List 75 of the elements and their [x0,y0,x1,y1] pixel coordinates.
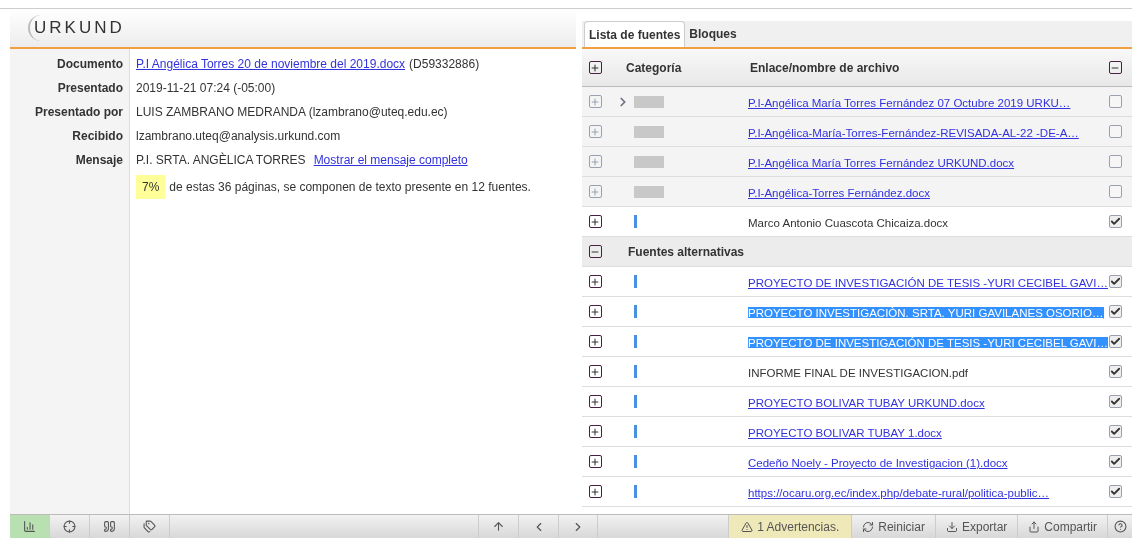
detail-label: Mensaje [75,152,123,169]
detail-label: Recibido [72,128,123,145]
checkbox[interactable] [1108,185,1122,198]
category-bar [634,365,637,378]
checkbox[interactable] [1108,335,1122,348]
download-icon [945,520,958,533]
expand-icon[interactable] [588,425,602,438]
category-bar [634,305,637,318]
checkbox[interactable] [1108,95,1122,108]
expand-icon[interactable] [588,455,602,468]
column-header: Enlace/nombre de archivo [749,59,901,77]
expand-icon[interactable] [588,485,602,498]
checkbox[interactable] [1108,155,1122,168]
detail-value: LUIS ZAMBRANO MEDRANDA (lzambrano@uteq.edu.ec) [136,104,448,121]
checkbox[interactable] [1108,125,1122,138]
refresh-icon [862,520,875,533]
column-header: Categoría [625,59,683,77]
category-bar [634,215,637,228]
warning-icon [741,520,754,533]
source-link[interactable]: PROYECTO BOLIVAR TUBAY URKUND.docx [748,396,985,409]
document-id: (D59332886) [409,56,480,73]
source-link[interactable]: PROYECTO DE INVESTIGACIÓN DE TESIS -YURI CECIBEL GAVI… [748,276,1108,289]
source-name: INFORME FINAL DE INVESTIGACION.pdf [748,366,969,379]
expand-icon[interactable] [588,305,602,318]
category-bar [634,185,664,198]
source-link[interactable]: Cedeño Noely - Proyecto de Investigacion (1).docx [748,456,1008,469]
chart-icon[interactable] [10,515,50,538]
detail-label: Presentado [57,80,123,97]
tab[interactable]: Bloques [685,21,741,47]
checkbox[interactable] [1108,215,1122,228]
checkbox[interactable] [1108,455,1122,468]
source-name: Marco Antonio Cuascota Chicaiza.docx [748,216,949,229]
checkbox[interactable] [1108,425,1122,438]
toolbar-button[interactable]: Exportar [935,515,1019,538]
expand-all-icon[interactable] [588,61,602,74]
warnings-button[interactable]: 1 Advertencias. [728,515,853,538]
checkbox[interactable] [1108,305,1122,318]
category-bar [634,155,664,168]
category-bar [634,275,637,288]
expand-icon[interactable] [588,275,602,288]
toolbar-button[interactable]: Compartir [1018,515,1108,538]
collapse-icon[interactable] [588,245,602,258]
category-bar [634,125,664,138]
group-header: Fuentes alternativas [628,243,745,261]
expand-icon[interactable] [588,215,602,228]
expand-icon[interactable] [588,395,602,408]
detail-value: 2019-11-21 07:24 (-05:00) [136,80,276,97]
toolbar-button[interactable]: Reiniciar [852,515,936,538]
tab[interactable]: Lista de fuentes [584,21,686,47]
logo: URKUND [28,15,125,41]
checkbox[interactable] [1108,395,1122,408]
detail-label: Documento [57,56,123,73]
collapse-all-icon[interactable] [1108,61,1122,74]
category-bar [634,455,637,468]
show-message-link[interactable]: Mostrar el mensaje completo [313,151,468,169]
expand-icon[interactable] [588,365,602,378]
source-link[interactable]: https://ocaru.org.ec/index.php/debate-rural/politica-public… [748,486,1050,499]
source-link[interactable]: P.I-Angélica-Torres Fernández.docx [748,186,930,199]
detail-label: Presentado por [34,104,123,121]
category-bar [634,485,637,498]
category-bar [634,335,637,348]
checkbox[interactable] [1108,275,1122,288]
source-link[interactable]: PROYECTO BOLIVAR TUBAY 1.docx [748,426,942,439]
document-link[interactable]: P.I Angélica Torres 20 de noviembre del 2019.docx [136,55,406,73]
summary-text: de estas 36 páginas, se componen de texto presente en 12 fuentes. [169,179,531,196]
category-bar [634,425,637,438]
checkbox[interactable] [1108,485,1122,498]
expand-icon[interactable] [588,335,602,348]
detail-value: lzambrano.uteq@analysis.urkund.com [136,128,341,145]
share-icon [1028,520,1041,533]
checkbox[interactable] [1108,365,1122,378]
percentage-badge: 7% [136,175,166,199]
detail-value: P.I. SRTA. ANGÈLICA TORRES [136,151,306,169]
category-bar [634,395,637,408]
category-bar [634,95,664,108]
